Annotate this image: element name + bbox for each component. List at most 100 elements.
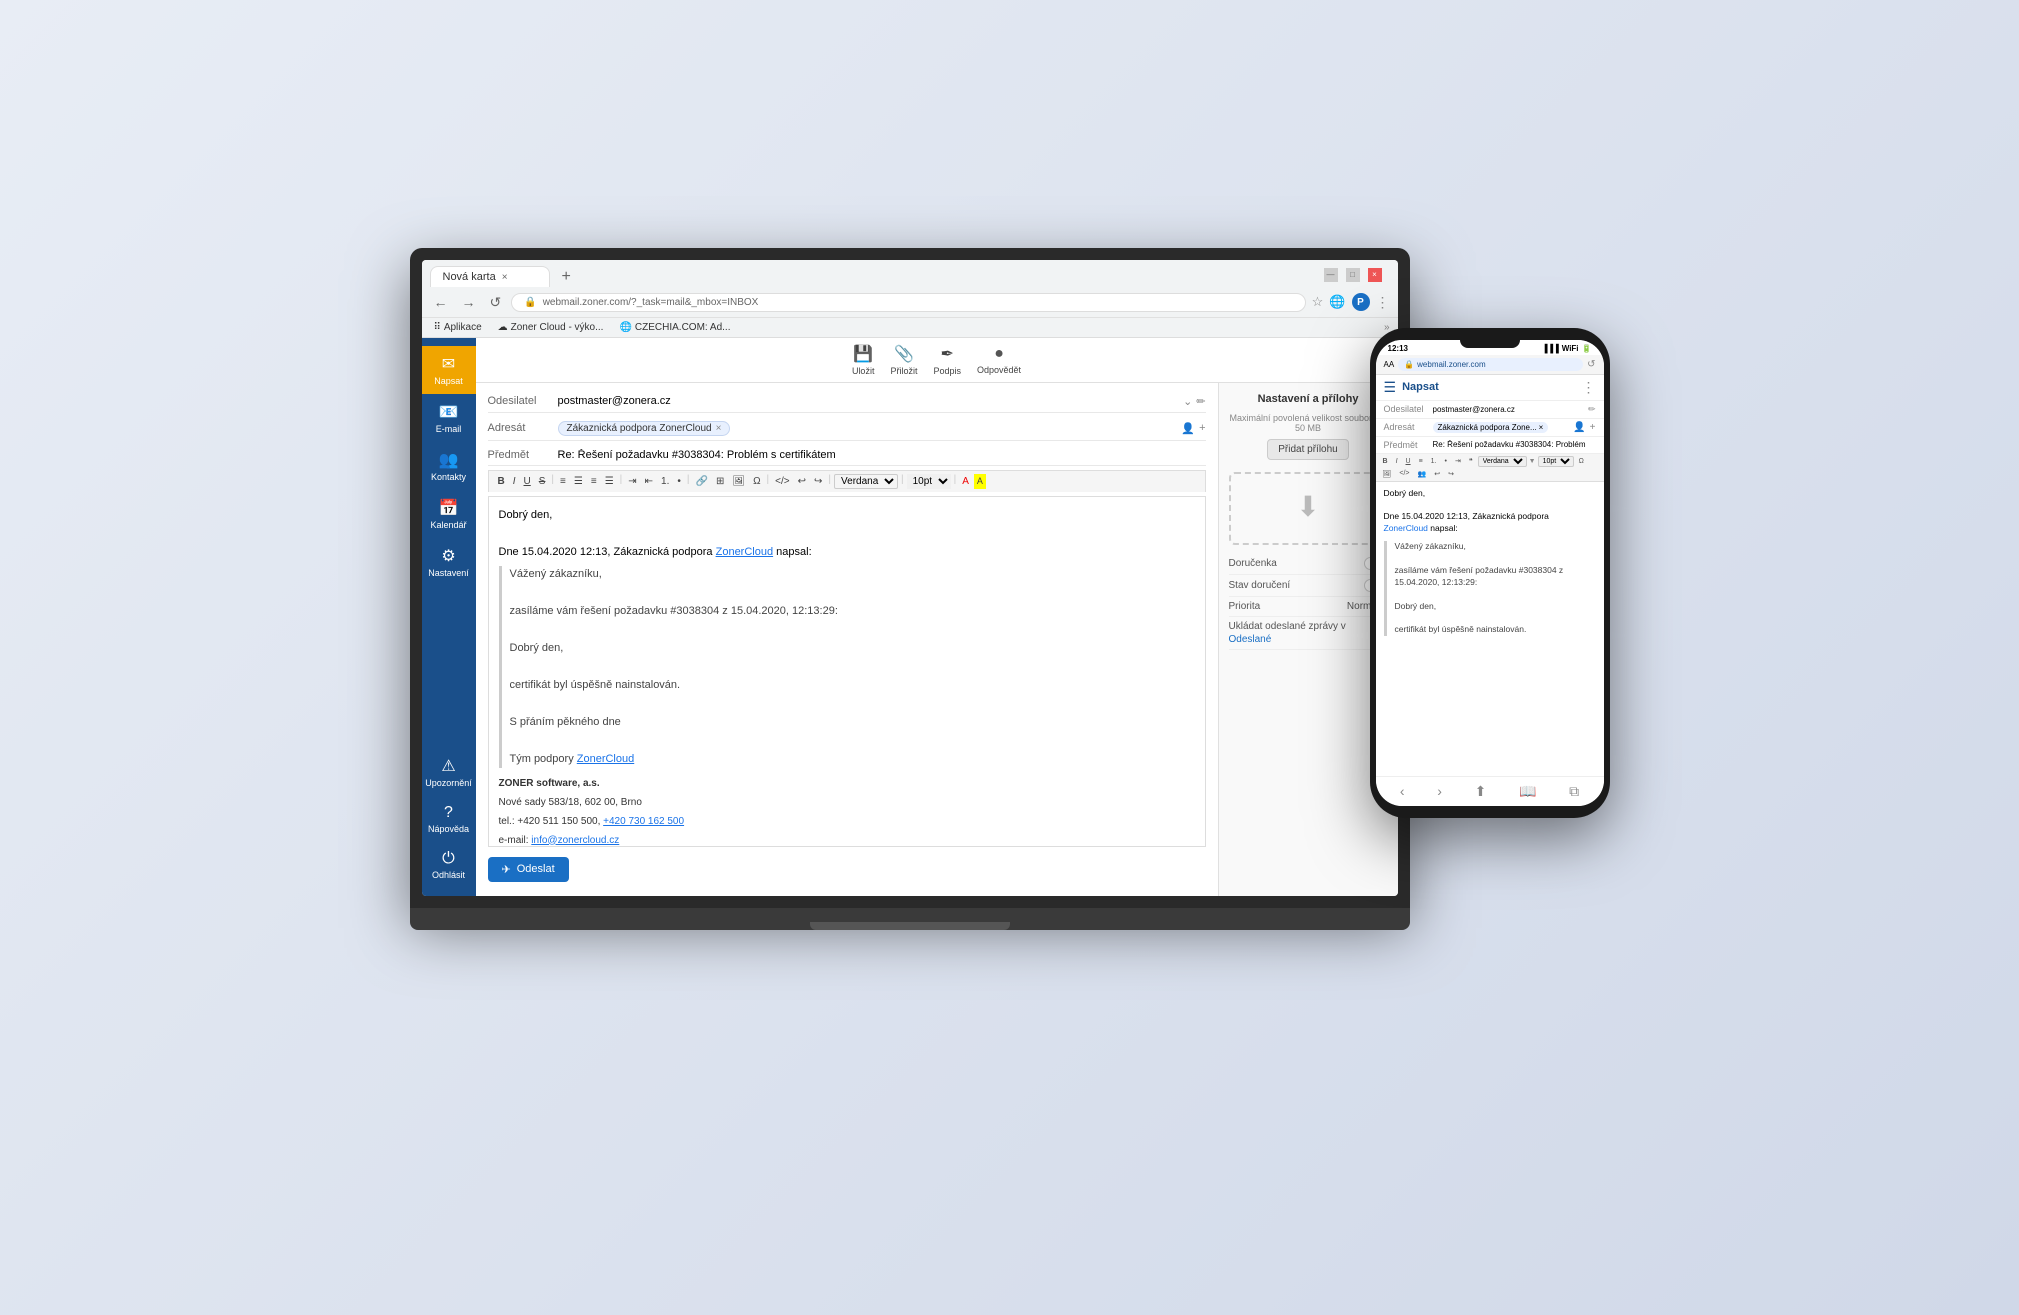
- add-contact-icon[interactable]: 👤: [1181, 422, 1195, 435]
- phone-tabs-icon[interactable]: ⧉: [1569, 783, 1579, 800]
- maximize-button[interactable]: □: [1346, 268, 1360, 282]
- align-center-button[interactable]: ☰: [571, 474, 586, 489]
- back-button[interactable]: ←: [430, 292, 452, 312]
- phone-forward-icon[interactable]: ›: [1437, 783, 1442, 799]
- table-button[interactable]: ⊞: [713, 474, 727, 489]
- link-button[interactable]: 🔗: [693, 474, 711, 489]
- sidebar-item-alerts[interactable]: ⚠ Upozornění: [422, 748, 476, 796]
- phone-bold-button[interactable]: B: [1380, 456, 1391, 467]
- redo-button[interactable]: ↪: [811, 474, 825, 489]
- profile-icon[interactable]: P: [1352, 293, 1370, 311]
- body-link[interactable]: ZonerCloud: [716, 546, 773, 558]
- indent-button[interactable]: ⇥: [625, 474, 639, 489]
- image-button[interactable]: 🖼: [729, 474, 748, 489]
- bookmark-apps[interactable]: ⠿ Aplikace: [430, 321, 486, 334]
- phone-people-btn[interactable]: 👥: [1415, 469, 1430, 479]
- sidebar-item-calendar[interactable]: 📅 Kalendář: [422, 490, 476, 538]
- sender-expand-icon[interactable]: ⌄: [1183, 395, 1192, 408]
- undo-button[interactable]: ↩: [795, 474, 809, 489]
- phone-ol-button[interactable]: 1.: [1428, 456, 1440, 467]
- phone-menu-icon[interactable]: ☰: [1384, 379, 1397, 396]
- phone-back-icon[interactable]: ‹: [1400, 783, 1405, 799]
- phone-refresh-icon[interactable]: ↺: [1587, 359, 1595, 370]
- ul-button[interactable]: •: [674, 474, 684, 489]
- subject-value-container[interactable]: [558, 449, 1206, 461]
- reload-button[interactable]: ↺: [486, 292, 506, 313]
- bold-button[interactable]: B: [495, 474, 508, 489]
- bookmarks-bar: ⠿ Aplikace ☁ Zoner Cloud - výko... 🌐 CZE…: [422, 317, 1398, 337]
- phone-font-selector[interactable]: Verdana: [1478, 456, 1527, 467]
- save-button[interactable]: 💾 Uložit: [852, 344, 875, 376]
- text-color-button[interactable]: A: [959, 474, 972, 489]
- sidebar-item-contacts[interactable]: 👥 Kontakty: [422, 442, 476, 490]
- add-attachment-button[interactable]: Přidat přílohu: [1267, 439, 1348, 460]
- phone-indent-button[interactable]: ⇥: [1452, 456, 1464, 467]
- italic-button[interactable]: I: [510, 474, 519, 489]
- code-button[interactable]: </>: [772, 474, 792, 489]
- phone-quote-button[interactable]: ❝: [1466, 456, 1476, 467]
- phone-redo-btn[interactable]: ↪: [1445, 469, 1457, 479]
- new-tab-button[interactable]: +: [554, 266, 579, 288]
- browser-tab[interactable]: Nová karta ×: [430, 266, 550, 287]
- phone-share-icon[interactable]: ⬆: [1475, 783, 1487, 800]
- phone-image-btn[interactable]: 🖼: [1380, 469, 1395, 479]
- add-recipient-icon[interactable]: +: [1199, 422, 1205, 435]
- justify-button[interactable]: ☰: [602, 474, 617, 489]
- font-selector[interactable]: Verdana: [834, 474, 898, 489]
- phone-editor-body[interactable]: Dobrý den, Dne 15.04.2020 12:13, Zákazni…: [1376, 482, 1604, 776]
- phone-ul-button[interactable]: •: [1442, 456, 1450, 467]
- sidebar-item-settings[interactable]: ⚙ Nastavení: [422, 538, 476, 586]
- phone-add-recipient-icon[interactable]: +: [1590, 422, 1596, 433]
- align-right-button[interactable]: ≡: [588, 474, 600, 489]
- underline-button[interactable]: U: [521, 474, 534, 489]
- send-button[interactable]: ✈ Odeslat: [488, 857, 569, 882]
- phone-code-btn[interactable]: </>: [1396, 469, 1412, 479]
- phone-url-bar[interactable]: 🔒 webmail.zoner.com: [1398, 358, 1583, 371]
- bookmark-czechia[interactable]: 🌐 CZECHIA.COM: Ad...: [615, 321, 734, 334]
- phone-more-icon[interactable]: ⋮: [1582, 379, 1596, 396]
- phone-underline-button[interactable]: U: [1403, 456, 1414, 467]
- phone-bookmarks-icon[interactable]: 📖: [1519, 783, 1536, 800]
- close-button[interactable]: ×: [1368, 268, 1382, 282]
- phone-size-selector[interactable]: 10pt: [1538, 456, 1574, 467]
- editor-body[interactable]: Dobrý den, Dne 15.04.2020 12:13, Zákazni…: [488, 496, 1206, 847]
- sign-button[interactable]: ✒ Podpis: [933, 344, 961, 376]
- phone-align-button[interactable]: ≡: [1416, 456, 1426, 467]
- star-icon[interactable]: ☆: [1312, 294, 1324, 310]
- minimize-button[interactable]: —: [1324, 268, 1338, 282]
- bookmark-zoner[interactable]: ☁ Zoner Cloud - výko...: [494, 321, 608, 334]
- forward-button[interactable]: →: [458, 292, 480, 312]
- sidebar-item-compose[interactable]: ✉ Napsat: [422, 346, 476, 394]
- sender-edit-icon[interactable]: ✏: [1196, 395, 1205, 408]
- sig-tel2-link[interactable]: +420 730 162 500: [603, 816, 684, 827]
- strikethrough-button[interactable]: S: [536, 474, 549, 489]
- emoji-button[interactable]: Ω: [750, 474, 763, 489]
- phone-undo-btn[interactable]: ↩: [1431, 469, 1443, 479]
- sidebar-item-help[interactable]: ? Nápověda: [422, 796, 476, 842]
- sig-email-link[interactable]: info@zonercloud.cz: [531, 835, 619, 846]
- menu-icon[interactable]: ⋮: [1376, 294, 1390, 311]
- phone-zonercloud-link[interactable]: ZonerCloud: [1384, 523, 1428, 533]
- sidebar-item-logout[interactable]: ⏻ Odhlásit: [422, 842, 476, 888]
- reply-button[interactable]: ● Odpovědět: [977, 345, 1021, 375]
- outdent-button[interactable]: ⇤: [642, 474, 656, 489]
- phone-edit-icon[interactable]: ✏: [1588, 404, 1596, 415]
- phone-add-contact-icon[interactable]: 👤: [1573, 422, 1585, 433]
- font-size-selector[interactable]: 10pt: [907, 474, 951, 489]
- phone-italic-button[interactable]: I: [1393, 456, 1401, 467]
- subject-input[interactable]: [558, 449, 1206, 461]
- globe-icon[interactable]: 🌐: [1329, 294, 1345, 310]
- attach-button[interactable]: 📎 Přiložit: [890, 344, 917, 376]
- team-link[interactable]: ZonerCloud: [577, 753, 634, 765]
- bookmarks-more-icon[interactable]: »: [1384, 322, 1390, 333]
- ol-button[interactable]: 1.: [658, 474, 672, 489]
- phone-emoji-button[interactable]: Ω: [1576, 456, 1587, 467]
- panel-upload-area[interactable]: ⬇: [1229, 472, 1388, 545]
- sidebar-item-email[interactable]: 📧 E-mail: [422, 394, 476, 442]
- address-bar[interactable]: 🔒 webmail.zoner.com/?_task=mail&_mbox=IN…: [511, 293, 1305, 312]
- recipient-remove-icon[interactable]: ×: [716, 423, 722, 434]
- phone-remove-icon[interactable]: ×: [1539, 423, 1544, 432]
- text-bg-button[interactable]: A: [974, 474, 986, 489]
- align-left-button[interactable]: ≡: [557, 474, 569, 489]
- tab-close-icon[interactable]: ×: [502, 272, 508, 283]
